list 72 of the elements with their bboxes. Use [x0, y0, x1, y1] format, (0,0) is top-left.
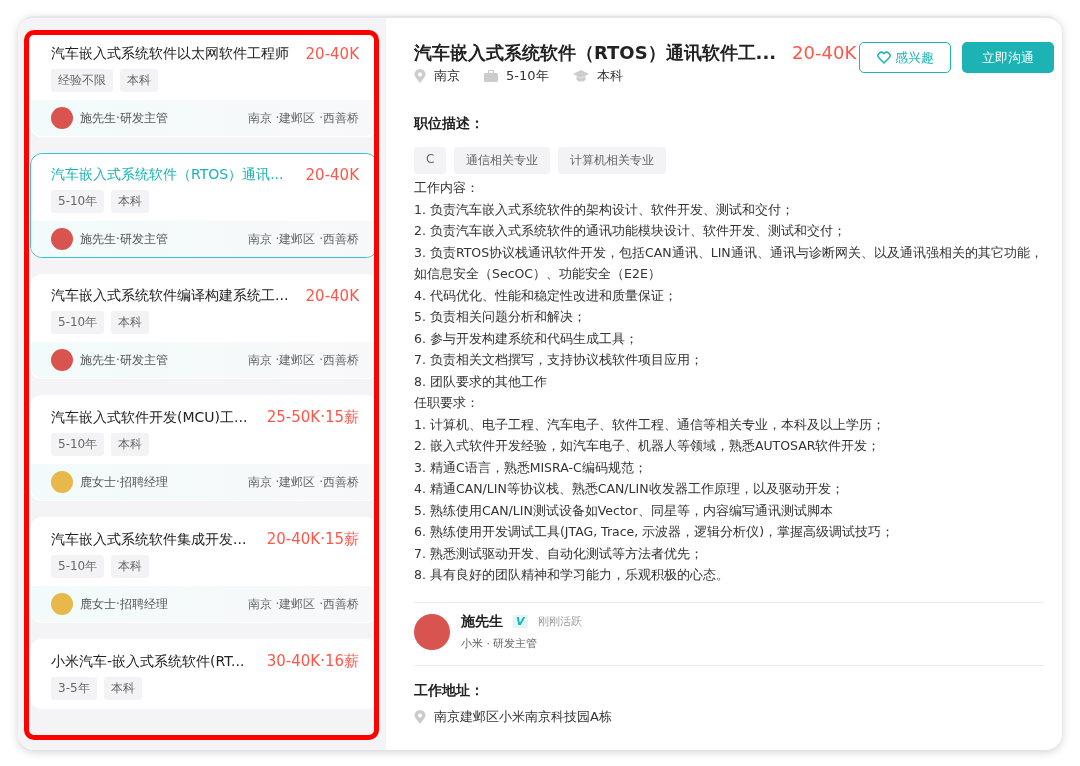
location: 南京 ·建邺区 ·西善桥	[247, 473, 359, 491]
recruiter-name: 施先生·研发主管	[80, 230, 169, 248]
city: 南京	[434, 67, 460, 85]
location: 南京 ·建邺区 ·西善桥	[247, 595, 359, 613]
address: 南京建邺区小米南京科技园A栋	[434, 707, 612, 726]
salary: 20-40K·15薪	[266, 530, 359, 549]
verified-badge: V	[513, 615, 528, 628]
salary: 20-40K	[305, 45, 359, 63]
description-line: 7. 负责相关文档撰写，支持协议栈软件项目应用；	[414, 351, 704, 369]
salary: 20-40K	[305, 287, 359, 305]
description-line: 5. 熟练使用CAN/LIN测试设备如Vector、同星等，内容编写通讯测试脚本	[414, 501, 834, 520]
salary: 20-40K	[305, 166, 359, 184]
tag: 本科	[120, 69, 158, 92]
briefcase-icon	[484, 70, 498, 82]
location-pin-icon	[414, 69, 426, 83]
description-line: 1. 计算机、电子工程、汽车电子、软件工程、通信等相关专业，本科及以上学历；	[414, 415, 886, 434]
description-line: 8. 具有良好的团队精神和学习能力，乐观积极的心态。	[414, 566, 730, 584]
job-title: 汽车嵌入式系统软件以太网软件工程师	[51, 45, 289, 63]
graduation-cap-icon	[572, 70, 589, 82]
description-line: 3. 负责RTOS协议栈通讯软件开发，包括CAN通讯、LIN通讯、通讯与诊断网关、以及通讯强相关的其它功能，如信息安全（SecOC）、功能安全（E2E）	[414, 243, 1044, 283]
recruiter-name: 鹿女士·招聘经理	[80, 595, 169, 613]
tag: 本科	[103, 677, 142, 700]
job-title: 汽车嵌入式系统软件编译构建系统工...	[51, 287, 289, 305]
recruiter-name: 施先生·研发主管	[80, 109, 169, 127]
description-line: 8. 团队要求的其他工作	[414, 372, 548, 391]
recruiter-name: 鹿女士·招聘经理	[80, 473, 169, 491]
experience: 5-10年	[506, 67, 549, 85]
company-role: 小米 · 研发主管	[461, 635, 539, 651]
tag: 本科	[111, 433, 150, 456]
degree: 本科	[596, 67, 623, 85]
tag: 5-10年	[51, 311, 105, 334]
tag: 3-5年	[51, 677, 97, 700]
salary: 25-50K·15薪	[266, 408, 359, 427]
heart-icon	[876, 51, 891, 64]
job-title: 汽车嵌入式系统软件集成开发...	[51, 530, 247, 549]
tag: 本科	[111, 190, 150, 213]
tag: 本科	[111, 555, 150, 578]
job-title: 汽车嵌入式软件开发(MCU)工...	[51, 408, 248, 427]
description-line: 6. 参与开发构建系统和代码生成工具；	[414, 329, 639, 348]
skill-tag: 通信相关专业	[454, 147, 551, 174]
salary: 30-40K·16薪	[266, 652, 359, 671]
location-pin-icon	[414, 709, 426, 724]
tag: 经验不限	[51, 69, 113, 92]
tag: 本科	[111, 311, 150, 334]
job-title: 小米汽车-嵌入式系统软件(RT...	[51, 652, 245, 671]
description-line: 1. 负责汽车嵌入式系统软件的架构设计、软件开发、测试和交付；	[414, 200, 795, 219]
description-line: 2. 嵌入式软件开发经验，如汽车电子、机器人等领域，熟悉AUTOSAR软件开发；	[414, 437, 882, 455]
description-line: 6. 熟练使用开发调试工具(JTAG, Trace, 示波器，逻辑分析仪)，掌握高级调试技巧；	[414, 523, 896, 541]
description-line: 工作内容：	[414, 179, 480, 197]
description-line: 7. 熟悉测试驱动开发、自动化测试等方法者优先；	[414, 544, 704, 563]
description-line: 3. 精通C语言，熟悉MISRA-C编码规范；	[414, 458, 648, 477]
location: 南京 ·建邺区 ·西善桥	[247, 109, 359, 127]
description-line: 任职要求：	[414, 394, 480, 412]
skill-tag: 计算机相关专业	[558, 147, 667, 174]
description-line: 2. 负责汽车嵌入式系统软件的通讯功能模块设计、软件开发、测试和交付；	[414, 222, 847, 240]
skill-tag: C	[414, 147, 447, 174]
salary: 20-40K	[792, 42, 858, 63]
job-title: 汽车嵌入式系统软件（RTOS）通讯软件工...	[414, 40, 777, 65]
section-heading: 工作地址：	[414, 681, 485, 700]
description-line: 5. 负责相关问题分析和解决；	[414, 308, 587, 326]
tag: 5-10年	[51, 190, 105, 213]
description-line: 4. 代码优化、性能和稳定性改进和质量保证；	[414, 286, 678, 305]
location: 南京 ·建邺区 ·西善桥	[247, 351, 359, 369]
recruiter-name: 施先生·研发主管	[80, 351, 169, 369]
tag: 5-10年	[51, 433, 105, 456]
tag: 5-10年	[51, 555, 105, 578]
location: 南京 ·建邺区 ·西善桥	[247, 230, 359, 248]
section-heading: 职位描述：	[414, 115, 485, 133]
recruiter-name: 施先生	[461, 612, 503, 631]
description-line: 4. 精通CAN/LIN等协议栈、熟悉CAN/LIN收发器工作原理，以及驱动开发；	[414, 480, 845, 498]
active-status: 刚刚活跃	[537, 614, 582, 629]
job-title: 汽车嵌入式系统软件（RTOS）通讯...	[51, 166, 284, 184]
